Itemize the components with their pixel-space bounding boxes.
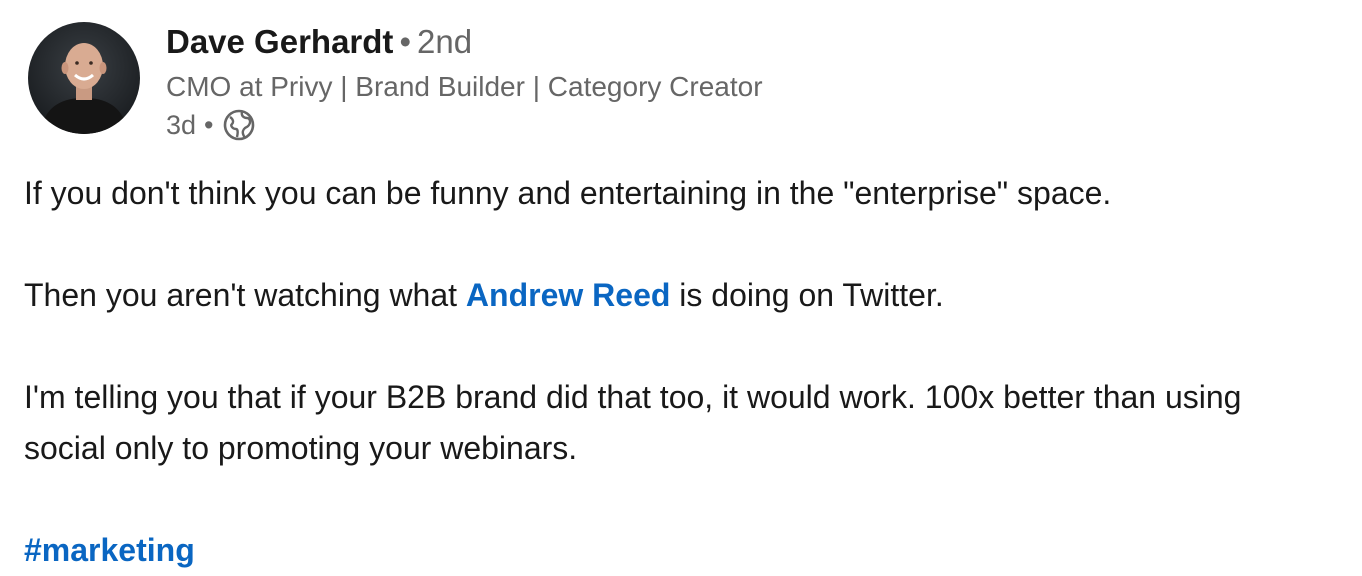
post-paragraph: If you don't think you can be funny and … xyxy=(24,175,1112,211)
author-headline: CMO at Privy | Brand Builder | Category … xyxy=(166,71,763,102)
mention-link[interactable]: Andrew Reed xyxy=(466,277,670,313)
author-name-link[interactable]: Dave Gerhardt xyxy=(166,23,393,60)
post-text: is doing on Twitter. xyxy=(670,277,944,313)
author-meta: Dave Gerhardt • 2nd CMO at Privy | Brand B… xyxy=(166,20,1342,143)
author-name-line: Dave Gerhardt • 2nd xyxy=(166,20,1342,64)
hashtag-link[interactable]: #marketing xyxy=(24,532,195,568)
post-timestamp-line: 3d • xyxy=(166,107,1342,143)
post-text: Then you aren't watching what xyxy=(24,277,466,313)
separator-dot: • xyxy=(204,110,214,140)
feed-post: Dave Gerhardt • 2nd CMO at Privy | Brand B… xyxy=(0,0,1362,574)
separator-dot: • xyxy=(399,23,411,60)
post-time: 3d xyxy=(166,110,197,140)
globe-icon xyxy=(222,108,256,142)
post-paragraph: Then you aren't watching what Andrew Ree… xyxy=(24,270,1332,321)
post-body: If you don't think you can be funny and … xyxy=(24,168,1332,576)
avatar-photo-icon xyxy=(28,22,140,134)
connection-degree: 2nd xyxy=(417,23,473,60)
hashtag-paragraph: #marketing xyxy=(24,525,1332,576)
author-avatar[interactable] xyxy=(28,22,140,134)
post-paragraph: I'm telling you that if your B2B brand d… xyxy=(24,379,1242,466)
